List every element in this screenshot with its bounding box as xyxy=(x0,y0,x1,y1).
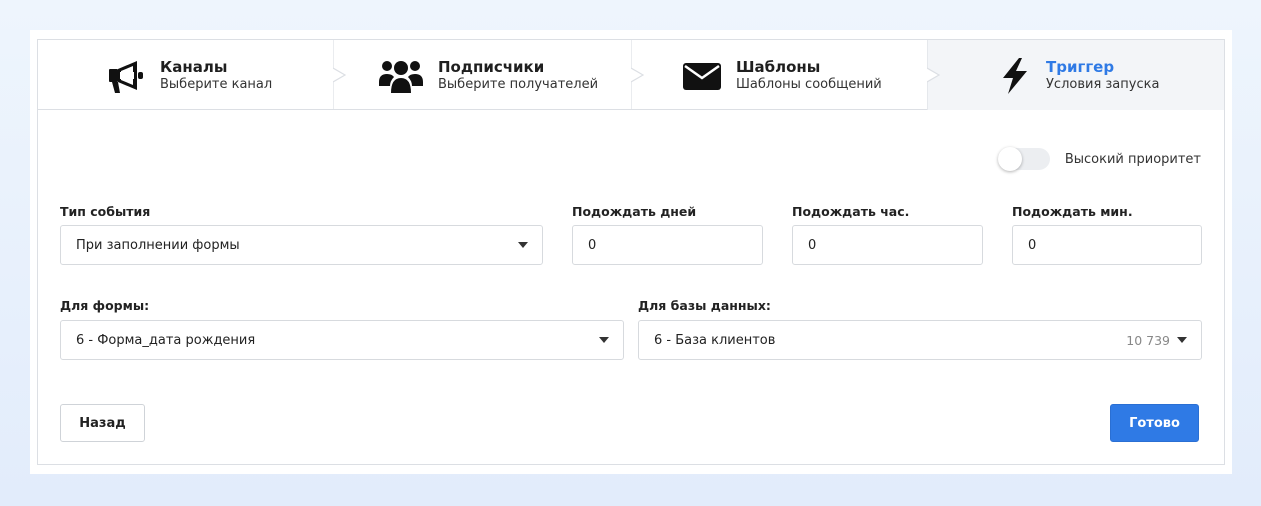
megaphone-icon xyxy=(106,56,146,96)
step-title: Подписчики xyxy=(438,58,545,76)
lightning-icon xyxy=(995,56,1035,96)
chevron-down-icon xyxy=(518,242,528,248)
step-subtitle: Шаблоны сообщений xyxy=(736,77,882,92)
step-subtitle: Условия запуска xyxy=(1046,77,1160,92)
done-button[interactable]: Готово xyxy=(1110,404,1199,442)
event-type-select[interactable]: При заполнении формы xyxy=(60,225,543,265)
priority-toggle-group: Высокий приоритет xyxy=(997,147,1201,171)
step-subscribers[interactable]: Подписчики Выберите получателей xyxy=(347,40,631,110)
database-value: 6 - База клиентов xyxy=(654,332,776,348)
toggle-knob xyxy=(997,147,1022,171)
step-separator xyxy=(333,40,347,110)
step-templates[interactable]: Шаблоны Шаблоны сообщений xyxy=(645,40,927,110)
step-subtitle: Выберите получателей xyxy=(438,77,599,92)
envelope-icon xyxy=(682,56,722,96)
wait-hours-input[interactable]: 0 xyxy=(792,225,983,265)
chevron-down-icon xyxy=(599,337,609,343)
step-title: Триггер xyxy=(1046,58,1115,76)
wait-minutes-value: 0 xyxy=(1028,237,1037,253)
database-select[interactable]: 6 - База клиентов 10 739 xyxy=(638,320,1202,360)
step-subtitle: Выберите канал xyxy=(160,77,273,92)
database-label: Для базы данных: xyxy=(638,298,771,313)
wait-days-input[interactable]: 0 xyxy=(572,225,763,265)
wait-minutes-label: Подождать мин. xyxy=(1012,204,1133,219)
chevron-down-icon xyxy=(1177,337,1187,343)
wizard-card: Каналы Выберите канал Подписчики Выберит… xyxy=(37,39,1225,465)
form-label: Для формы: xyxy=(60,298,150,313)
wait-hours-value: 0 xyxy=(808,237,817,253)
database-count: 10 739 xyxy=(1126,333,1170,348)
step-title: Шаблоны xyxy=(736,58,821,76)
form-select[interactable]: 6 - Форма_дата рождения xyxy=(60,320,624,360)
step-separator xyxy=(927,40,941,110)
wizard-steps: Каналы Выберите канал Подписчики Выберит… xyxy=(38,40,1224,110)
step-title: Каналы xyxy=(160,58,228,76)
priority-label: Высокий приоритет xyxy=(1064,151,1201,167)
wait-days-value: 0 xyxy=(588,237,597,253)
form-value: 6 - Форма_дата рождения xyxy=(76,332,256,348)
wait-minutes-input[interactable]: 0 xyxy=(1012,225,1202,265)
users-icon xyxy=(376,56,426,96)
wait-days-label: Подождать дней xyxy=(572,204,697,219)
priority-toggle[interactable] xyxy=(997,147,1050,171)
wait-hours-label: Подождать час. xyxy=(792,204,910,219)
step-channels[interactable]: Каналы Выберите канал xyxy=(38,40,334,110)
back-button[interactable]: Назад xyxy=(60,404,145,442)
event-type-value: При заполнении формы xyxy=(76,237,240,253)
event-type-label: Тип события xyxy=(60,204,151,219)
step-trigger[interactable]: Триггер Условия запуска xyxy=(927,40,1224,110)
step-separator xyxy=(631,40,645,110)
